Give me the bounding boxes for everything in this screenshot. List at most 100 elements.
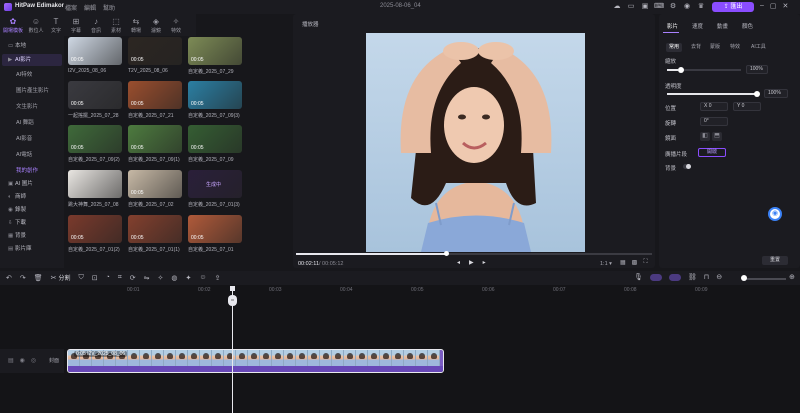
magnet-icon[interactable]: ⊓ — [704, 273, 709, 281]
menu-file[interactable]: 檔案 — [65, 3, 77, 12]
settings-icon[interactable]: ⚙ — [668, 2, 678, 12]
menu-edit[interactable]: 編輯 — [84, 3, 96, 12]
position-x-input[interactable]: X 0 — [700, 102, 728, 111]
video-preview[interactable] — [366, 33, 585, 252]
nav-transition[interactable]: ⇆ 轉場 — [126, 14, 146, 36]
sidebar-subitem[interactable]: 我的創作 — [16, 166, 38, 174]
media-thumbnail[interactable]: 00:05 — [128, 125, 182, 153]
sidebar-subitem[interactable]: AI影音 — [16, 134, 32, 142]
reset-button[interactable]: 重置 — [762, 256, 788, 265]
media-thumbnail[interactable] — [68, 170, 122, 198]
opacity-input[interactable]: 100% — [764, 89, 788, 98]
sidebar-item-library[interactable]: ▤ 影片庫 — [2, 243, 62, 255]
cover-label[interactable]: 封面 — [49, 357, 59, 364]
nav-effect[interactable]: ✧ 特效 — [166, 14, 186, 36]
lock-icon[interactable]: ▤ — [8, 357, 14, 364]
tab-color[interactable]: 顏色 — [742, 22, 753, 30]
media-thumbnail[interactable]: 00:05 — [128, 81, 182, 109]
subtab-ai-tools[interactable]: AI工具 — [748, 43, 769, 52]
export-button[interactable]: ⇪ 匯出 — [712, 2, 754, 12]
nav-filter[interactable]: ◈ 濾鏡 — [146, 14, 166, 36]
nav-asset[interactable]: ⬚ 素材 — [106, 14, 126, 36]
timeline-ruler[interactable] — [64, 285, 800, 295]
sidebar-item-record[interactable]: ◉ 錄製 — [2, 204, 62, 216]
person-icon[interactable]: ☺ — [199, 274, 206, 281]
monitor-icon[interactable]: ▣ — [640, 2, 650, 12]
media-thumbnail[interactable]: 00:05 — [68, 125, 122, 153]
redo-icon[interactable]: ↷ — [20, 274, 26, 282]
ai-icon[interactable]: ✦ — [186, 274, 192, 282]
close-icon[interactable]: ✕ — [783, 2, 789, 10]
sidebar-item-ai-video[interactable]: ▶ AI影片 — [2, 54, 62, 66]
media-thumbnail[interactable]: 生成中 — [188, 170, 242, 198]
opacity-slider-knob[interactable] — [754, 91, 760, 97]
media-thumbnail[interactable]: 00:05 — [128, 37, 182, 65]
tab-speed[interactable]: 速度 — [692, 22, 703, 30]
help-chat-icon[interactable]: ◉ — [768, 207, 782, 221]
media-thumbnail[interactable]: 00:05 — [68, 215, 122, 243]
user-icon[interactable]: ◉ — [682, 2, 692, 12]
chat-icon[interactable]: ▭ — [626, 2, 636, 12]
cloud-icon[interactable]: ☁ — [612, 2, 622, 12]
grid-icon[interactable]: ▩ — [632, 259, 638, 266]
subtab-common[interactable]: 常用 — [666, 43, 683, 52]
media-thumbnail[interactable]: 00:05 — [188, 37, 242, 65]
sidebar-item-ai-image[interactable]: ▣ AI 圖片 — [2, 178, 62, 190]
next-frame-icon[interactable]: ▸ — [483, 259, 486, 266]
delete-icon[interactable]: 🗑 — [34, 274, 43, 282]
tab-video[interactable]: 影片 — [667, 22, 678, 30]
media-thumbnail[interactable]: 00:05 — [68, 81, 122, 109]
nav-audio[interactable]: ♪ 音訊 — [86, 14, 106, 36]
crop-icon[interactable]: ⌗ — [118, 274, 122, 282]
prev-frame-icon[interactable]: ◂ — [457, 259, 460, 266]
fullscreen-icon[interactable]: ⛶ — [643, 259, 647, 266]
effect-icon[interactable]: ✧ — [158, 274, 164, 282]
color-icon[interactable]: ◍ — [171, 274, 177, 282]
tab-animation[interactable]: 動畫 — [717, 22, 728, 30]
shield-icon[interactable]: ⛉ — [78, 274, 83, 282]
sidebar-item-stock[interactable]: ◐ 商師 — [2, 191, 62, 203]
sidebar-subitem[interactable]: 圖片產生影片 — [16, 86, 49, 94]
flip-horizontal-icon[interactable]: ◧ — [700, 132, 710, 141]
play-icon[interactable]: ▶ — [469, 259, 474, 266]
subtab-mask[interactable]: 蒙版 — [707, 43, 723, 52]
media-thumbnail[interactable]: 00:05 — [188, 125, 242, 153]
subtab-remove-bg[interactable]: 去背 — [688, 43, 704, 52]
visibility-icon[interactable]: ◉ — [20, 357, 25, 364]
media-thumbnail[interactable]: 00:05 — [68, 37, 122, 65]
export-clip-icon[interactable]: ⇪ — [215, 274, 221, 282]
split-button[interactable]: ✂ 分割 — [51, 273, 71, 282]
speed-icon[interactable]: ◔ — [106, 274, 110, 281]
subtab-effects[interactable]: 特效 — [727, 43, 743, 52]
nav-subtitle[interactable]: ⊞ 字幕 — [66, 14, 86, 36]
scale-slider-knob[interactable] — [678, 67, 684, 73]
link-toggle[interactable] — [668, 273, 681, 281]
zoom-slider-knob[interactable] — [741, 275, 747, 281]
mirror-icon[interactable]: ⇋ — [144, 274, 150, 282]
snap-toggle[interactable] — [649, 273, 662, 281]
flip-vertical-icon[interactable]: ⬒ — [712, 132, 722, 141]
freeze-icon[interactable]: ⊡ — [92, 274, 98, 282]
crown-icon[interactable]: ♛ — [696, 2, 706, 12]
nav-avatar[interactable]: ☺ 數位人 — [26, 14, 46, 36]
maximize-icon[interactable]: ▢ — [770, 2, 777, 10]
cut-enable-button[interactable]: 開啟 — [698, 148, 726, 157]
media-thumbnail[interactable]: 00:05 — [128, 170, 182, 198]
minimize-icon[interactable]: – — [760, 2, 764, 10]
sidebar-item-folder[interactable]: ▭ 本地 — [2, 40, 62, 52]
sidebar-item-background[interactable]: ▦ 背景 — [2, 230, 62, 242]
mic-icon[interactable]: 🎙 — [634, 273, 643, 281]
nav-template[interactable]: ✿ 開場模板 — [0, 14, 26, 36]
rotate-icon[interactable]: ⟳ — [130, 274, 136, 282]
sidebar-subitem[interactable]: AI 舞蹈 — [16, 118, 34, 126]
sidebar-subitem[interactable]: 文生影片 — [16, 102, 38, 110]
nav-text[interactable]: T 文字 — [46, 14, 66, 36]
scale-input[interactable]: 100% — [746, 65, 768, 74]
playhead[interactable] — [232, 291, 233, 413]
progress-knob[interactable] — [443, 251, 449, 256]
aspect-ratio-select[interactable]: 1:1 ▾ — [600, 261, 612, 267]
position-y-input[interactable]: Y 0 — [733, 102, 761, 111]
sidebar-item-download[interactable]: ⇩ 下載 — [2, 217, 62, 229]
menu-help[interactable]: 幫助 — [103, 3, 115, 12]
zoom-slider[interactable] — [742, 278, 786, 280]
